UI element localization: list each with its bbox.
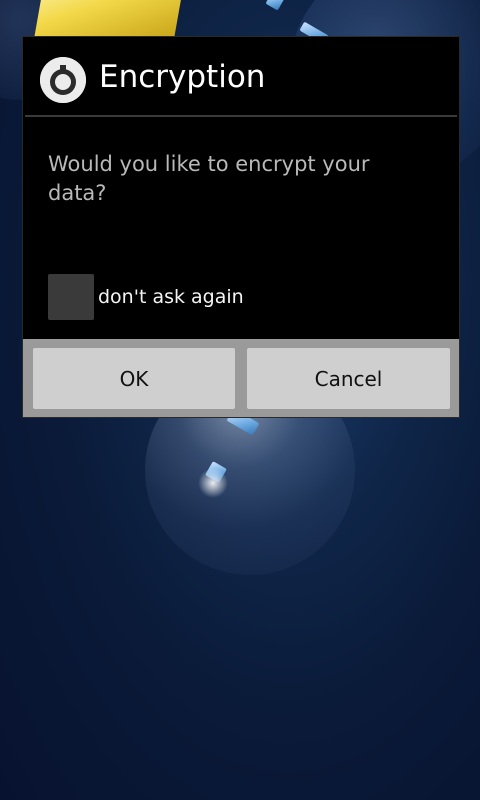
dialog-button-bar: OK Cancel (23, 339, 459, 417)
encryption-dialog: Encryption Would you like to encrypt you… (22, 36, 460, 418)
settings-gear-icon (40, 57, 86, 103)
dont-ask-again-row[interactable]: don't ask again (48, 274, 244, 320)
wallpaper-glow (198, 468, 228, 498)
cancel-button[interactable]: Cancel (247, 348, 450, 409)
title-divider (25, 115, 457, 117)
checkbox-label[interactable]: don't ask again (98, 286, 244, 308)
dialog-title: Encryption (99, 59, 266, 95)
wallpaper-cube (33, 0, 187, 40)
wallpaper-cube (265, 0, 285, 11)
dont-ask-again-checkbox[interactable] (48, 274, 94, 320)
dialog-title-row: Encryption (23, 37, 459, 117)
dialog-message: Would you like to encrypt your data? (48, 152, 370, 205)
ok-button[interactable]: OK (33, 348, 235, 409)
